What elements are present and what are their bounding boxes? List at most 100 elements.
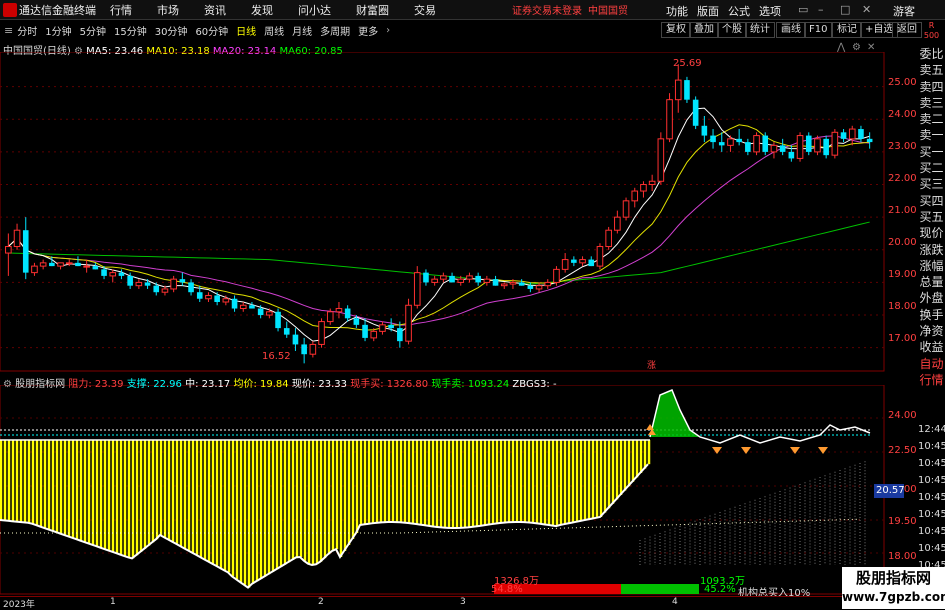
candle-body <box>49 262 55 267</box>
order-book-panel[interactable]: 委比 卖五 卖四 卖三 卖二 卖一 买一 买二 买三 买四 买五 现价 涨跌 涨幅 总量 外盘 换手 净资 收益 自动… <box>918 46 945 388</box>
menu-item-forum[interactable]: 财富圈 <box>356 2 389 18</box>
date-axis: 2023年 1 2 3 4 <box>0 596 885 610</box>
order-book-label[interactable]: 总量 <box>918 274 945 290</box>
order-book-label[interactable]: 收益 <box>918 339 945 355</box>
candle-body <box>397 328 403 342</box>
menu-item-market[interactable]: 市场 <box>157 2 179 18</box>
candle-body <box>840 132 847 139</box>
overlay-button[interactable]: 叠加 <box>689 22 719 38</box>
period-monthly[interactable]: 月线 <box>292 23 312 38</box>
candle-body <box>326 311 334 323</box>
order-book-label[interactable]: 卖五 <box>918 62 945 78</box>
menu-item-news[interactable]: 资讯 <box>204 2 226 18</box>
period-more[interactable]: 更多 <box>358 23 378 38</box>
candle-body <box>745 142 751 152</box>
menu-item-discover[interactable]: 发现 <box>251 2 273 18</box>
high-price-label: 25.69 <box>673 58 702 69</box>
period-30min[interactable]: 30分钟 <box>155 23 188 38</box>
menu-function[interactable]: 功能 <box>666 3 688 19</box>
candle-body <box>370 330 378 339</box>
menu-item-ask[interactable]: 问小达 <box>298 2 331 18</box>
period-daily[interactable]: 日线 <box>236 23 256 38</box>
menu-guest[interactable]: 游客 <box>893 3 915 19</box>
menu-toggle-icon[interactable]: ≡ <box>4 24 13 37</box>
candle-body <box>57 262 64 267</box>
draw-button[interactable]: 画线 <box>776 22 806 38</box>
candle-body <box>196 292 203 299</box>
order-book-label[interactable]: 净资 <box>918 323 945 339</box>
indicator-chart[interactable] <box>0 385 885 595</box>
indicator-legend: ⚙ 股朋指标网 阻力: 23.39 支撑: 22.96 中: 23.17 均价:… <box>3 375 557 390</box>
period-1min[interactable]: 1分钟 <box>45 23 71 38</box>
order-book-label[interactable]: 涨幅 <box>918 258 945 274</box>
order-book-label[interactable]: 涨跌 <box>918 242 945 258</box>
order-book-label[interactable]: 卖四 <box>918 79 945 95</box>
menu-layout[interactable]: 版面 <box>697 3 719 19</box>
candle-body <box>518 282 525 286</box>
period-15min[interactable]: 15分钟 <box>114 23 147 38</box>
order-book-label[interactable]: 买四 <box>918 193 945 209</box>
order-book-label[interactable]: 卖二 <box>918 111 945 127</box>
minimize-icon[interactable]: – <box>818 3 824 16</box>
order-book-label[interactable]: 买五 <box>918 209 945 225</box>
indicator-settings-icon[interactable]: ⚙ <box>3 379 12 390</box>
window-menu-icon[interactable]: ▭ <box>798 3 808 16</box>
candle-body <box>475 275 481 283</box>
candlestick-chart[interactable] <box>0 52 885 372</box>
low-price-label: 16.52 <box>262 351 291 362</box>
middle-label: 中: 23.17 <box>185 379 231 390</box>
order-book-label[interactable]: 卖三 <box>918 95 945 111</box>
menu-item-trade[interactable]: 交易 <box>414 2 436 18</box>
stock-button[interactable]: 个股 <box>717 22 747 38</box>
period-weekly[interactable]: 周线 <box>264 23 284 38</box>
period-tick[interactable]: 分时 <box>17 23 37 38</box>
candle-body <box>214 295 220 302</box>
period-60min[interactable]: 60分钟 <box>195 23 228 38</box>
candle-body <box>423 272 429 283</box>
order-book-label[interactable]: 卖一 <box>918 127 945 143</box>
candle-body <box>666 99 673 140</box>
candle-body <box>509 281 517 285</box>
order-book-label[interactable]: 换手 <box>918 307 945 323</box>
login-status[interactable]: 证券交易未登录 <box>512 2 582 17</box>
maximize-icon[interactable]: □ <box>840 3 850 16</box>
menu-options[interactable]: 选项 <box>759 3 781 19</box>
order-book-label[interactable]: 买一 <box>918 144 945 160</box>
menu-formula[interactable]: 公式 <box>728 3 750 19</box>
candle-body <box>135 281 143 287</box>
candle-body <box>65 262 73 265</box>
order-book-label[interactable]: 买二 <box>918 160 945 176</box>
menu-bar: 通达信金融终端 行情 市场 资讯 发现 问小达 财富圈 交易 证券交易未登录 中… <box>0 0 945 20</box>
chevron-right-icon[interactable]: › <box>386 25 390 36</box>
signal-marker <box>741 447 751 454</box>
corner-letter: R <box>928 21 935 30</box>
order-book-label[interactable]: 委比 <box>918 46 945 62</box>
candle-body <box>527 285 534 289</box>
adjust-button[interactable]: 复权 <box>661 22 691 38</box>
order-book-label[interactable]: 买三 <box>918 176 945 192</box>
order-book-label[interactable]: 自动 <box>918 356 945 372</box>
watermark-url: www.7gpzb.com <box>842 590 945 604</box>
ma5-line <box>8 107 870 342</box>
candle-body <box>727 138 734 146</box>
period-5min[interactable]: 5分钟 <box>80 23 106 38</box>
candle-body <box>648 180 656 186</box>
order-book-label[interactable]: 行情 <box>918 372 945 388</box>
mark-button[interactable]: 标记 <box>832 22 862 38</box>
time-tick: 10:45 <box>918 441 945 452</box>
close-icon[interactable]: ✕ <box>862 3 871 16</box>
candle-body <box>788 151 795 159</box>
stock-title: 中国国贸 <box>588 6 628 17</box>
f10-button[interactable]: F10 <box>804 22 833 38</box>
avg-price-label: 均价: 19.84 <box>233 379 289 390</box>
candle-body <box>762 135 769 152</box>
signal-marker <box>790 447 800 454</box>
order-book-label[interactable]: 现价 <box>918 225 945 241</box>
candle-body <box>170 278 177 290</box>
stats-button[interactable]: 统计 <box>745 22 775 38</box>
menu-item-quotes[interactable]: 行情 <box>110 2 132 18</box>
period-multi[interactable]: 多周期 <box>320 23 350 38</box>
candle-body <box>631 190 639 202</box>
order-book-label[interactable]: 外盘 <box>918 290 945 306</box>
candle-body <box>805 135 812 152</box>
